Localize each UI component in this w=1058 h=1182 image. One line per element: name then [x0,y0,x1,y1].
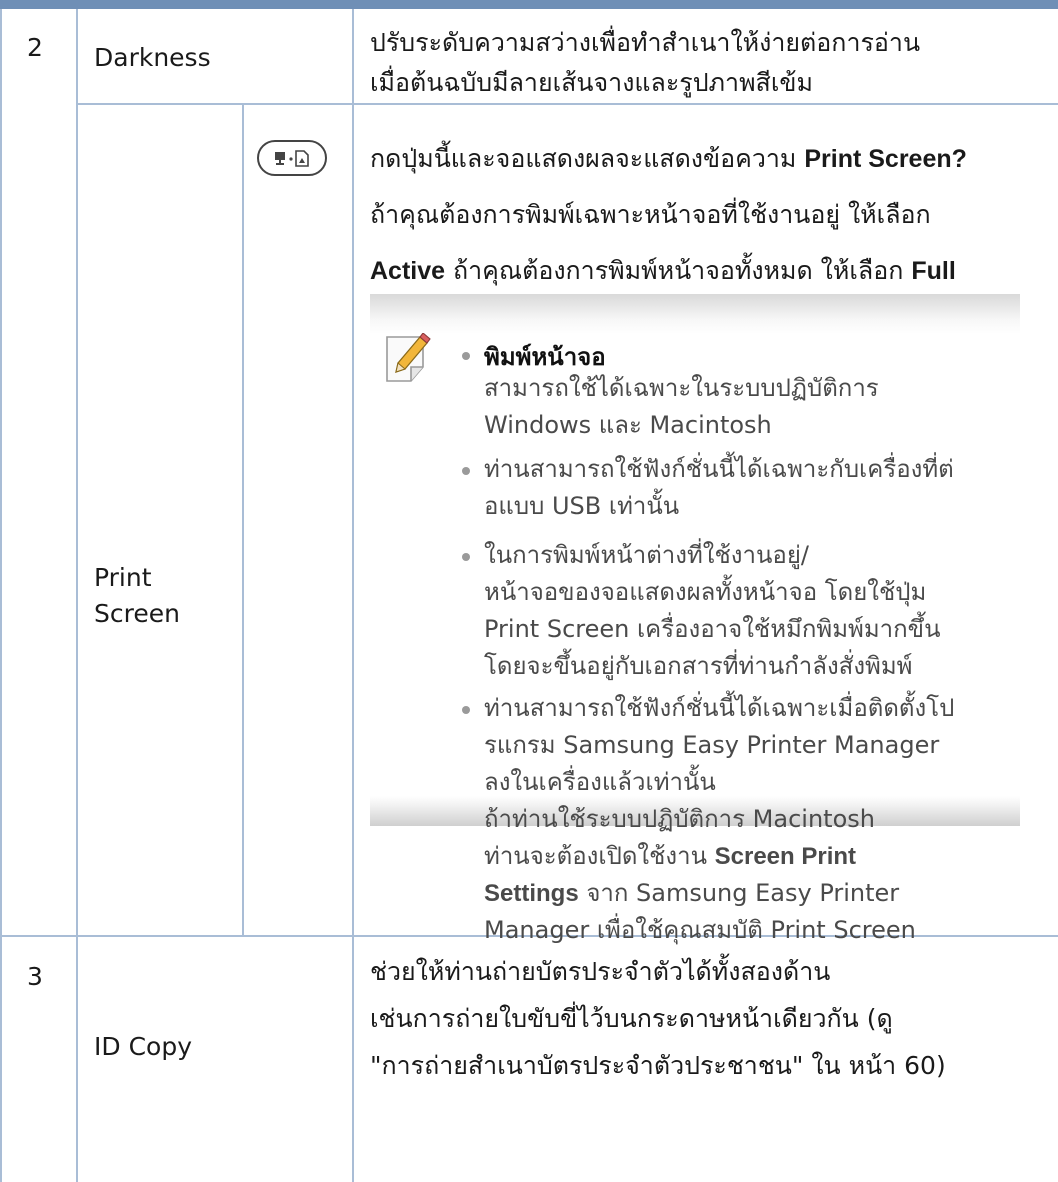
column-divider [0,9,2,1182]
bold-term: Print Screen? [804,145,967,173]
bullet-dot [462,706,470,714]
row-label-line: Print [94,563,152,592]
row-divider [76,103,1058,105]
text-line: "การถ่ายสำเนาบัตรประจำตัวประชาชน" ใน หน้… [370,1046,946,1086]
row-label-print-screen: Print Screen [94,560,180,632]
row-number: 2 [27,33,43,62]
text-line: ท่านจะต้องเปิดใช้งาน Screen Print [484,838,856,875]
table-top-bar [0,0,1058,9]
text-run: ในการพิมพ์หน้าต่างที่ใช้งานอยู่/ [484,541,809,569]
row-label-id-copy: ID Copy [94,1032,192,1061]
text-line: ถ้าคุณต้องการพิมพ์เฉพาะหน้าจอที่ใช้งานอย… [370,195,931,235]
column-divider [76,9,78,1182]
text-run: ถ้าคุณต้องการพิมพ์เฉพาะหน้าจอที่ใช้งานอย… [370,200,931,229]
text-line: โดยจะขึ้นอยู่กับเอกสารที่ท่านกำลังสั่งพิ… [484,648,913,685]
bold-term: Screen Print [714,843,857,870]
text-run: รแกรม Samsung Easy Printer Manager [484,731,940,759]
text-line: ถ้าท่านใช้ระบบปฏิบัติการ Macintosh [484,801,875,838]
text-run: กดปุ่มนี้และจอแสดงผลจะแสดงข้อความ [370,144,805,173]
text-line: ท่านสามารถใช้ฟังก์ชั่นนี้ได้เฉพาะกับเครื… [484,451,954,488]
bold-term: Settings [484,880,579,907]
text-run: Print Screen เครื่องอาจใช้หมึกพิมพ์มากขึ… [484,615,941,643]
text-run: "การถ่ายสำเนาบัตรประจำตัวประชาชน" ใน หน้… [370,1051,946,1080]
text-line: อแบบ USB เท่านั้น [484,488,679,525]
text-line: Settings จาก Samsung Easy Printer [484,875,899,912]
bullet-dot [462,467,470,475]
text-line: Manager เพื่อใช้คุณสมบัติ Print Screen [484,912,916,949]
row-number: 3 [27,962,43,991]
text-line: หน้าจอของจอแสดงผลทั้งหน้าจอ โดยใช้ปุ่ม [484,574,926,611]
text-line: กดปุ่มนี้และจอแสดงผลจะแสดงข้อความ Print … [370,139,967,179]
text-line: Print Screen เครื่องอาจใช้หมึกพิมพ์มากขึ… [484,611,941,648]
text-run: อแบบ USB เท่านั้น [484,492,680,520]
text-line: ในการพิมพ์หน้าต่างที่ใช้งานอยู่/ [484,537,809,574]
bullet-dot [462,553,470,561]
text-line: สามารถใช้ได้เฉพาะในระบบปฏิบัติการ [484,370,879,407]
text-run: ท่านจะต้องเปิดใช้งาน [484,842,715,870]
text-run: เช่นการถ่ายใบขับขี่ไว้บนกระดาษหน้าเดียวก… [370,1004,893,1033]
text-line: ช่วยให้ท่านถ่ายบัตรประจำตัวได้ทั้งสองด้า… [370,952,830,992]
text-run: ปรับระดับความสว่างเพื่อทำสำเนาให้ง่ายต่อ… [370,28,921,57]
text-run: หน้าจอของจอแสดงผลทั้งหน้าจอ โดยใช้ปุ่ม [484,578,927,606]
text-run: ลงในเครื่องแล้วเท่านั้น [484,768,716,796]
text-run: เมื่อต้นฉบับมีลายเส้นจางและรูปภาพสีเข้ม [370,68,813,97]
text-line: Windows และ Macintosh [484,407,772,444]
text-run: Manager เพื่อใช้คุณสมบัติ Print Screen [484,916,916,944]
text-line: เมื่อต้นฉบับมีลายเส้นจางและรูปภาพสีเข้ม [370,63,813,103]
text-line: รแกรม Samsung Easy Printer Manager [484,727,939,764]
text-run: ถ้าท่านใช้ระบบปฏิบัติการ Macintosh [484,805,875,833]
text-run: Windows และ Macintosh [484,411,772,439]
text-line: Active ถ้าคุณต้องการพิมพ์หน้าจอทั้งหมด ใ… [370,251,956,291]
bold-term: Full [911,257,956,285]
note-pencil-icon [384,332,436,383]
text-run: ท่านสามารถใช้ฟังก์ชั่นนี้ได้เฉพาะเมื่อติ… [484,694,955,722]
text-run: ถ้าคุณต้องการพิมพ์หน้าจอทั้งหมด ให้เลือก [445,256,912,285]
text-line: ปรับระดับความสว่างเพื่อทำสำเนาให้ง่ายต่อ… [370,23,920,63]
text-run: โดยจะขึ้นอยู่กับเอกสารที่ท่านกำลังสั่งพิ… [484,652,913,680]
bold-term: Active [370,257,446,285]
bullet-dot [462,352,470,360]
text-run: จาก Samsung Easy Printer [578,879,900,907]
column-divider [242,104,244,936]
text-line: ท่านสามารถใช้ฟังก์ชั่นนี้ได้เฉพาะเมื่อติ… [484,690,954,727]
row-label-line: Screen [94,599,180,628]
text-run: สามารถใช้ได้เฉพาะในระบบปฏิบัติการ [484,374,879,402]
row-label-darkness: Darkness [94,43,211,72]
column-divider [352,9,354,1182]
text-run: ช่วยให้ท่านถ่ายบัตรประจำตัวได้ทั้งสองด้า… [370,957,831,986]
print-screen-button-icon [257,140,327,176]
text-line: ลงในเครื่องแล้วเท่านั้น [484,764,716,801]
text-line: เช่นการถ่ายใบขับขี่ไว้บนกระดาษหน้าเดียวก… [370,999,893,1039]
text-run: ท่านสามารถใช้ฟังก์ชั่นนี้ได้เฉพาะกับเครื… [484,455,954,483]
